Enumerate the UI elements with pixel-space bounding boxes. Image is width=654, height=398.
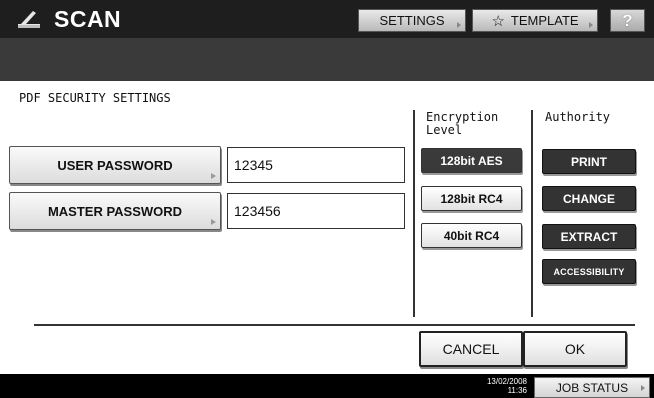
encryption-128bit-rc4-button[interactable]: 128bit RC4 [421, 186, 522, 211]
settings-label: SETTINGS [379, 13, 445, 28]
arrow-right-icon [211, 219, 216, 225]
encryption-heading-line2: Level [426, 123, 463, 137]
user-password-button[interactable]: USER PASSWORD [9, 146, 221, 184]
app-title: SCAN [54, 6, 122, 32]
arrow-right-icon [641, 385, 645, 391]
date-time: 13/02/2008 11:36 [463, 377, 527, 395]
scanner-icon [18, 11, 40, 28]
authority-accessibility-button[interactable]: ACCESSIBILITY [542, 259, 636, 284]
arrow-right-icon [589, 22, 593, 28]
date-text: 13/02/2008 [486, 377, 527, 386]
ok-button[interactable]: OK [523, 331, 627, 367]
template-label: TEMPLATE [510, 13, 579, 28]
user-password-field[interactable]: 12345 [227, 147, 405, 183]
time-text: 11:36 [507, 386, 527, 395]
scan-pdf-security-screen: SCAN SETTINGS ☆ TEMPLATE ? PDF SECURITY … [0, 0, 654, 398]
master-password-value: 123456 [234, 203, 281, 219]
user-password-label: USER PASSWORD [57, 157, 173, 173]
divider-vertical-right [531, 110, 533, 317]
help-button[interactable]: ? [610, 9, 645, 32]
job-status-label: JOB STATUS [555, 380, 629, 395]
arrow-right-icon [457, 22, 461, 28]
star-icon: ☆ [491, 12, 505, 30]
authority-heading: Authority [545, 110, 611, 124]
job-status-button[interactable]: JOB STATUS [534, 377, 650, 398]
authority-print-button[interactable]: PRINT [542, 149, 636, 174]
settings-button[interactable]: SETTINGS [358, 9, 466, 32]
divider-horizontal [34, 324, 635, 326]
master-password-field[interactable]: 123456 [227, 193, 405, 229]
header-bar: SCAN SETTINGS ☆ TEMPLATE ? [0, 0, 654, 38]
message-bar [0, 38, 654, 81]
arrow-right-icon [211, 173, 216, 179]
help-icon: ? [622, 10, 633, 30]
divider-vertical-left [413, 110, 415, 317]
master-password-label: MASTER PASSWORD [47, 203, 183, 219]
user-password-value: 12345 [234, 157, 273, 173]
master-password-button[interactable]: MASTER PASSWORD [9, 192, 221, 230]
section-title: PDF SECURITY SETTINGS [19, 91, 171, 105]
encryption-40bit-rc4-button[interactable]: 40bit RC4 [421, 223, 522, 248]
encryption-level-heading: Encryption Level [426, 111, 498, 137]
encryption-128bit-aes-button[interactable]: 128bit AES [421, 148, 522, 173]
template-button[interactable]: ☆ TEMPLATE [472, 9, 598, 32]
cancel-button[interactable]: CANCEL [419, 331, 523, 367]
authority-change-button[interactable]: CHANGE [542, 186, 636, 211]
authority-extract-button[interactable]: EXTRACT [542, 224, 636, 249]
